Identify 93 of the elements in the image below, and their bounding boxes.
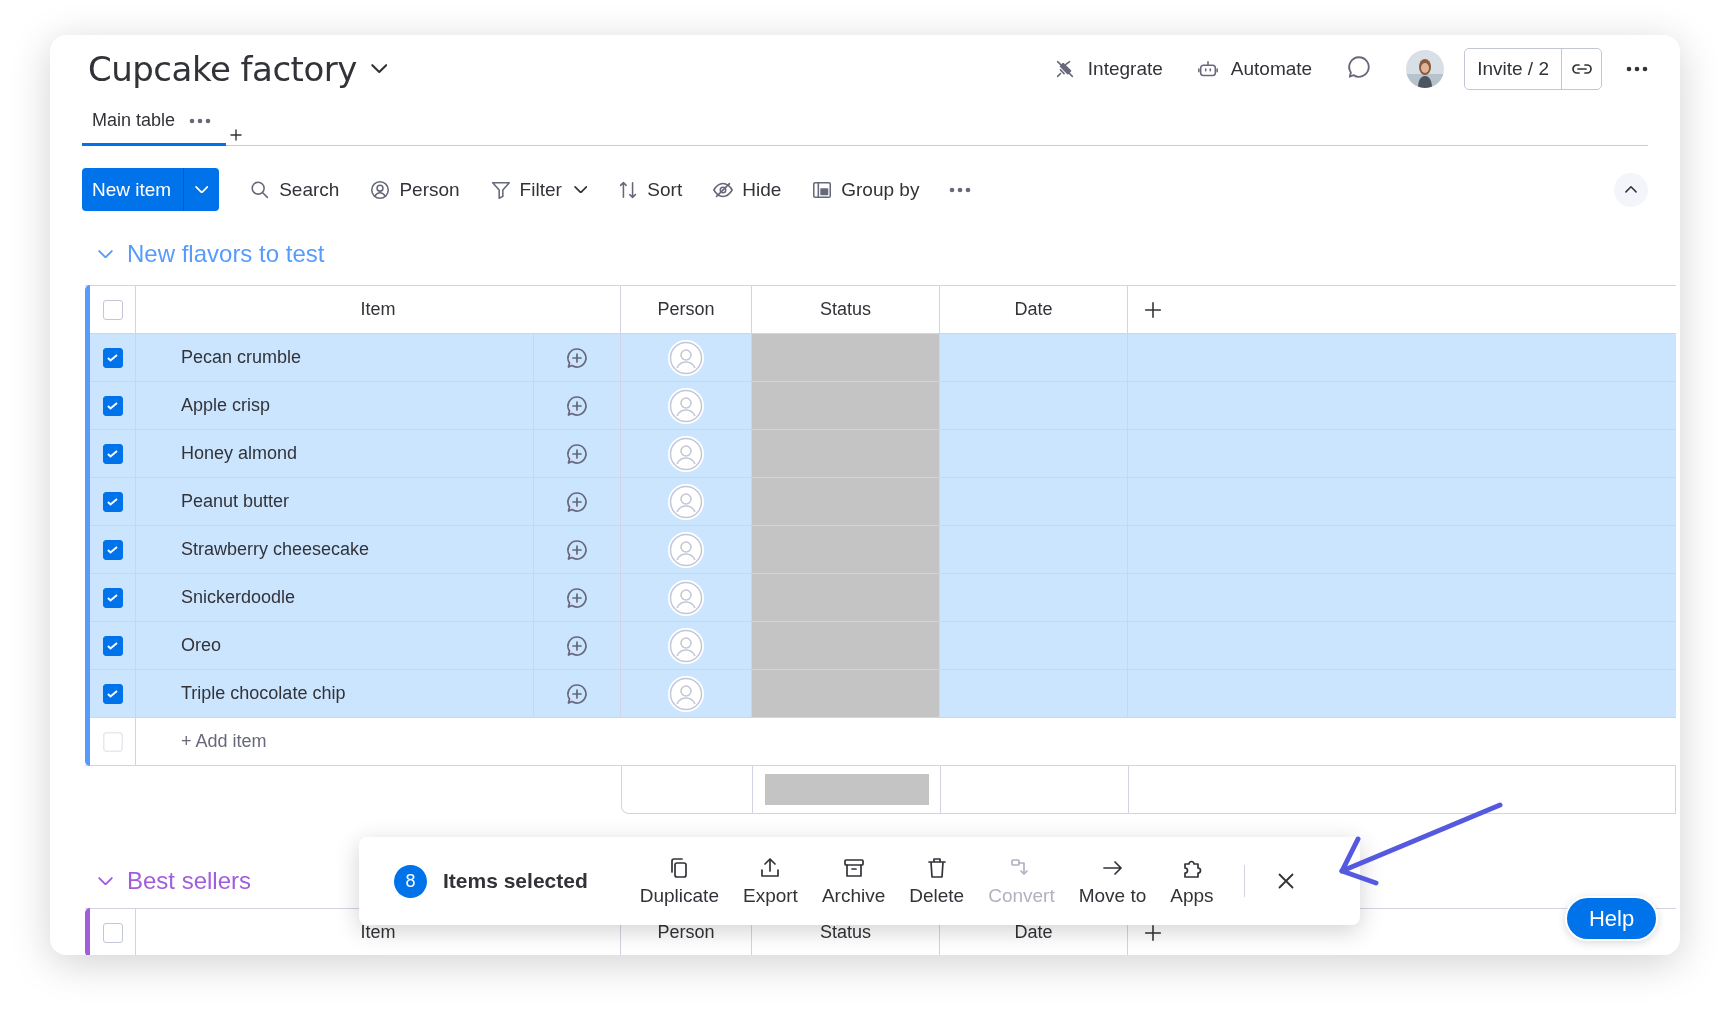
checkbox[interactable] bbox=[102, 347, 123, 368]
column-header: Person bbox=[657, 922, 715, 943]
person-placeholder-icon[interactable] bbox=[666, 337, 706, 378]
selected-count: 8 bbox=[394, 864, 427, 898]
item-name[interactable]: Snickerdoodle bbox=[181, 587, 296, 608]
checkbox[interactable] bbox=[102, 395, 123, 416]
caret-up-icon bbox=[1625, 186, 1637, 193]
toolbar-button[interactable]: Search bbox=[249, 178, 340, 201]
checkmark-icon bbox=[107, 401, 118, 410]
column-header: Status bbox=[820, 299, 871, 320]
bulk-action-button[interactable]: Archive bbox=[809, 855, 898, 907]
toolbar-button[interactable]: Person bbox=[369, 178, 460, 201]
speech-bubble-icon bbox=[1346, 54, 1373, 80]
bulk-action-button[interactable]: Delete bbox=[897, 855, 977, 907]
toolbar-button[interactable]: Filter bbox=[489, 178, 562, 201]
status-cell[interactable] bbox=[752, 382, 940, 429]
column-header: Date bbox=[1014, 922, 1053, 943]
square-outline-icon bbox=[102, 731, 123, 752]
toolbar-button[interactable]: Hide bbox=[712, 178, 782, 201]
caret-down-icon bbox=[573, 185, 588, 194]
header-action[interactable]: Integrate bbox=[1053, 58, 1163, 80]
chat-plus-icon bbox=[565, 537, 589, 562]
header-action[interactable]: Automate bbox=[1196, 58, 1313, 80]
bulk-action-button[interactable]: Apps bbox=[1158, 855, 1226, 907]
checkbox[interactable] bbox=[102, 683, 123, 704]
more-icon[interactable] bbox=[1626, 66, 1648, 72]
group-title[interactable]: Best sellers bbox=[127, 867, 252, 895]
status-cell[interactable] bbox=[752, 430, 940, 477]
more-icon[interactable] bbox=[949, 186, 972, 193]
bulk-action-button[interactable]: Export bbox=[730, 855, 810, 907]
checkmark-icon bbox=[107, 353, 118, 362]
chat-plus-icon bbox=[565, 633, 589, 658]
person-placeholder-icon[interactable] bbox=[666, 529, 706, 570]
checkmark-icon bbox=[107, 641, 118, 650]
status-cell[interactable] bbox=[752, 334, 940, 381]
item-name[interactable]: Pecan crumble bbox=[181, 347, 302, 368]
checkbox[interactable] bbox=[102, 539, 123, 560]
column-header: Person bbox=[657, 299, 715, 320]
checkmark-icon bbox=[107, 449, 118, 458]
status-cell[interactable] bbox=[752, 478, 940, 525]
checkbox[interactable] bbox=[102, 587, 123, 608]
chat-plus-icon bbox=[565, 441, 589, 466]
chat-plus-icon bbox=[565, 393, 589, 418]
item-name[interactable]: Strawberry cheesecake bbox=[181, 539, 370, 560]
board-title[interactable]: Cupcake factory bbox=[88, 49, 357, 89]
chat-plus-icon bbox=[565, 489, 589, 514]
person-placeholder-icon[interactable] bbox=[666, 481, 706, 522]
item-name[interactable]: Apple crisp bbox=[181, 395, 271, 416]
bulk-action-button[interactable]: Move to bbox=[1066, 855, 1159, 907]
bulk-action-button[interactable]: Duplicate bbox=[627, 855, 731, 907]
person-circle-icon bbox=[369, 178, 392, 201]
person-placeholder-icon[interactable] bbox=[666, 433, 706, 474]
column-header: Date bbox=[1014, 299, 1053, 320]
item-name[interactable]: Oreo bbox=[181, 635, 222, 656]
caret-down-icon bbox=[370, 64, 388, 74]
add-item-link[interactable]: + Add item bbox=[181, 731, 267, 752]
checkbox[interactable] bbox=[102, 299, 123, 320]
toolbar-button[interactable]: Sort bbox=[617, 178, 683, 201]
item-name[interactable]: Triple chocolate chip bbox=[181, 683, 346, 704]
checkmark-icon bbox=[107, 545, 118, 554]
copy-link-button[interactable] bbox=[1561, 49, 1601, 89]
chat-plus-icon bbox=[565, 585, 589, 610]
checkbox[interactable] bbox=[102, 635, 123, 656]
checkmark-icon bbox=[107, 497, 118, 506]
column-header: Status bbox=[820, 922, 871, 943]
checkbox[interactable] bbox=[102, 443, 123, 464]
person-placeholder-icon[interactable] bbox=[666, 385, 706, 426]
column-header: Item bbox=[360, 922, 396, 943]
person-placeholder-icon[interactable] bbox=[666, 625, 706, 666]
checkbox[interactable] bbox=[102, 491, 123, 512]
toolbar-button[interactable]: Group by bbox=[811, 178, 920, 201]
view-tab[interactable]: Main table bbox=[82, 110, 227, 146]
status-cell[interactable] bbox=[752, 670, 940, 717]
checkmark-icon bbox=[107, 689, 118, 698]
checkbox[interactable] bbox=[102, 922, 123, 943]
selection-label: Items selected bbox=[443, 869, 588, 893]
caret-down-icon bbox=[194, 185, 209, 194]
collapse-button[interactable] bbox=[1614, 172, 1648, 207]
person-placeholder-icon[interactable] bbox=[666, 577, 706, 618]
more-icon[interactable] bbox=[189, 117, 212, 124]
help-button[interactable]: Help bbox=[1565, 896, 1658, 941]
status-cell[interactable] bbox=[752, 622, 940, 669]
collapse-caret-icon bbox=[98, 249, 113, 259]
status-cell[interactable] bbox=[752, 574, 940, 621]
person-placeholder-icon[interactable] bbox=[666, 673, 706, 714]
chat-plus-icon bbox=[565, 681, 589, 706]
collapse-caret-icon bbox=[98, 876, 113, 886]
chat-plus-icon bbox=[565, 345, 589, 370]
column-header: Item bbox=[360, 299, 396, 320]
checkmark-icon bbox=[107, 593, 118, 602]
status-cell[interactable] bbox=[752, 526, 940, 573]
item-name[interactable]: Peanut butter bbox=[181, 491, 290, 512]
item-name[interactable]: Honey almond bbox=[181, 443, 298, 464]
